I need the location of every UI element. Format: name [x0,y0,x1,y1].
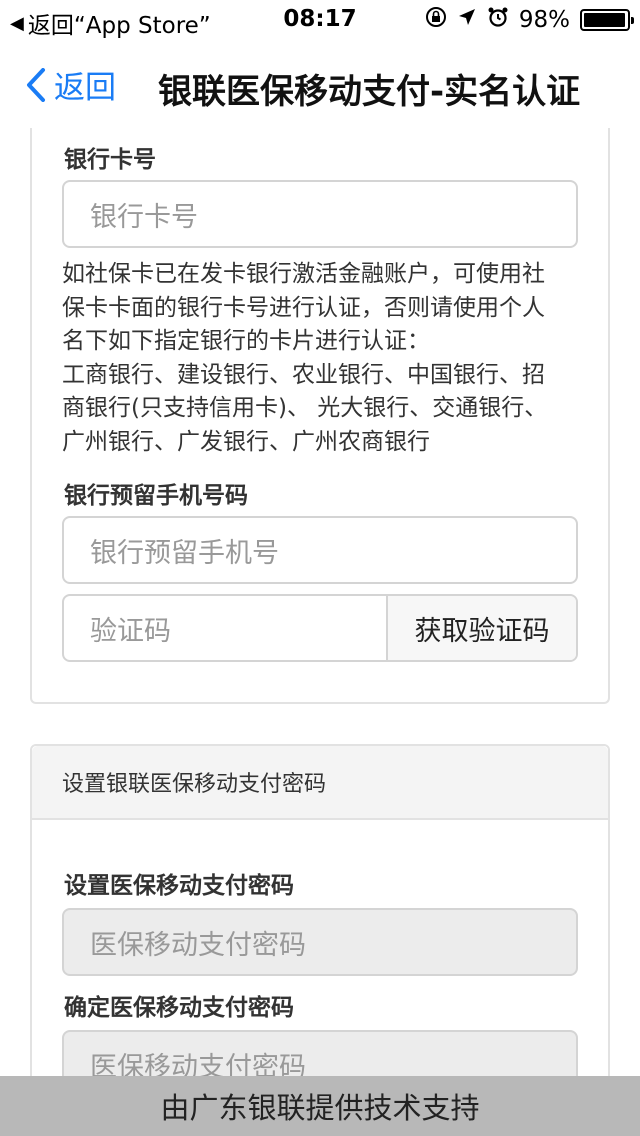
description-line: 名下如下指定银行的卡片进行认证： [62,328,430,355]
description-line: 保卡卡面的银行卡号进行认证，否则请使用个人 [62,294,545,321]
description-line: 工商银行、建设银行、农业银行、中国银行、招 [62,361,545,388]
bank-verification-card: 银行卡号 银行卡号 如社保卡已在发卡银行激活金融账户，可使用社 保卡卡面的银行卡… [30,128,610,704]
phone-input[interactable]: 银行预留手机号 [62,516,578,584]
confirm-password-label: 确定医保移动支付密码 [64,995,294,1021]
set-password-label: 设置医保移动支付密码 [64,873,294,899]
back-app-label: 返回“App Store” [27,13,211,39]
app-screen: ◀ 返回“App Store” 08:17 98% 返回 银联医保移动支付-实名 [0,0,640,1136]
navigation-bar: 返回 银联医保移动支付-实名认证 [0,40,640,128]
bank-card-input[interactable]: 银行卡号 [62,180,578,248]
description-line: 广州银行、广发银行、广州农商银行 [62,428,430,455]
rotation-lock-icon [425,6,447,34]
chevron-left-icon [27,67,45,102]
battery-percent: 98% [518,7,570,33]
password-section-header: 设置银联医保移动支付密码 [32,746,608,820]
get-code-button[interactable]: 获取验证码 [386,596,576,660]
set-password-placeholder: 医保移动支付密码 [90,929,306,961]
battery-fill [584,13,626,27]
password-card: 设置银联医保移动支付密码 设置医保移动支付密码 医保移动支付密码 确定医保移动支… [30,744,610,1076]
phone-placeholder: 银行预留手机号 [90,537,279,569]
back-to-app-store[interactable]: ◀ 返回“App Store” [10,6,211,40]
bank-card-placeholder: 银行卡号 [90,201,198,233]
set-password-input[interactable]: 医保移动支付密码 [62,908,578,976]
back-button[interactable]: 返回 [26,62,116,107]
confirm-password-placeholder: 医保移动支付密码 [90,1051,306,1077]
description-line: 如社保卡已在发卡银行激活金融账户，可使用社 [62,261,545,287]
status-bar: ◀ 返回“App Store” 08:17 98% [0,0,640,40]
scroll-content[interactable]: 银行卡号 银行卡号 如社保卡已在发卡银行激活金融账户，可使用社 保卡卡面的银行卡… [0,128,640,1076]
status-indicators: 98% [425,6,634,34]
location-arrow-icon [457,7,477,33]
verification-code-row: 验证码 获取验证码 [62,594,578,662]
footer-banner: 由广东银联提供技术支持 [0,1076,640,1136]
bank-card-label: 银行卡号 [64,147,156,173]
description-line: 商银行(只支持信用卡)、 光大银行、交通银行、 [62,395,548,422]
battery-icon [580,9,634,31]
phone-label: 银行预留手机号码 [64,483,248,509]
page-title: 银联医保移动支付-实名认证 [158,72,581,112]
confirm-password-input[interactable]: 医保移动支付密码 [62,1030,578,1076]
verification-code-placeholder: 验证码 [90,615,171,647]
alarm-icon [487,6,509,34]
verification-code-input[interactable]: 验证码 [64,596,386,660]
bank-card-description: 如社保卡已在发卡银行激活金融账户，可使用社 保卡卡面的银行卡号进行认证，否则请使… [62,258,582,460]
back-button-label: 返回 [54,70,116,106]
back-triangle-icon: ◀ [10,12,24,34]
